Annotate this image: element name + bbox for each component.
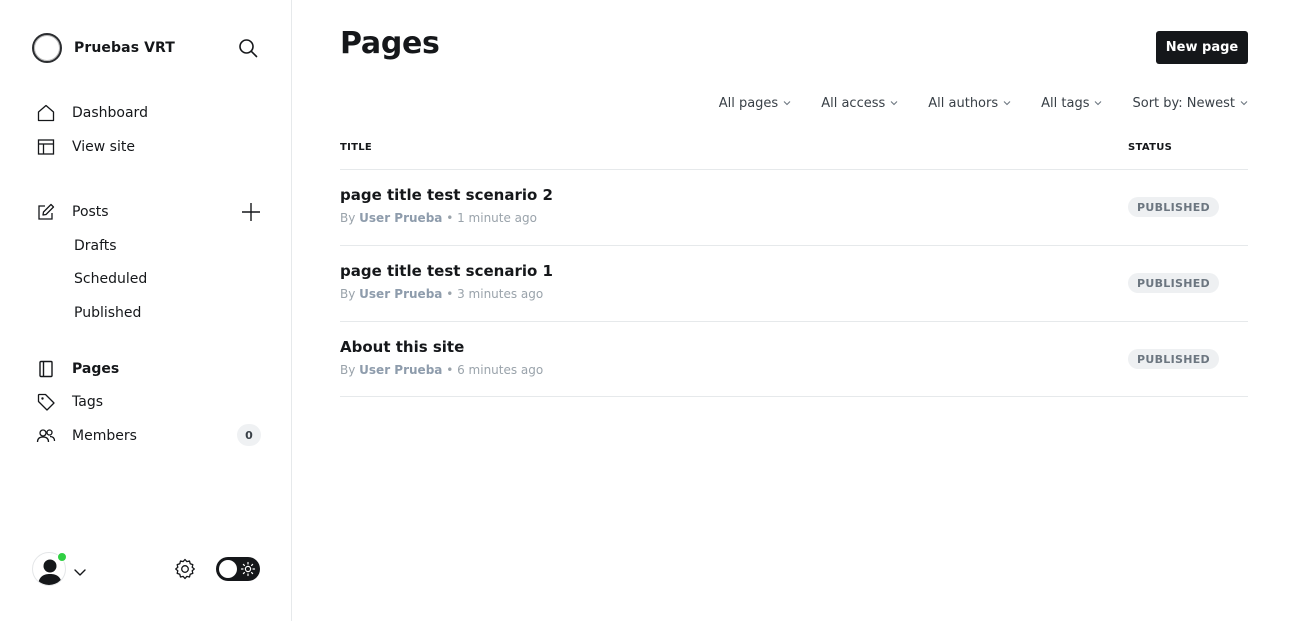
row-meta: By User Prueba • 6 minutes ago [340,363,543,377]
nav-view-site-label: View site [72,139,135,155]
filter-access-label: All access [821,95,886,111]
filter-bar: All pages All access All authors All tag… [689,92,1248,114]
sort-label: Sort by: Newest [1132,95,1235,111]
filter-authors-label: All authors [928,95,999,111]
nav-posts[interactable]: Posts [36,200,109,224]
nav-scheduled[interactable]: Scheduled [74,268,147,290]
new-page-button[interactable]: New page [1156,31,1248,64]
row-time: • 3 minutes ago [446,287,544,301]
filter-authors[interactable]: All authors [928,96,1011,111]
table-row[interactable]: page title test scenario 1 By User Prueb… [340,245,1248,321]
toggle-knob [219,560,237,578]
filter-type-label: All pages [718,95,779,111]
site-name: Pruebas VRT [74,40,175,56]
site-logo [32,33,62,63]
row-time: • 6 minutes ago [446,363,544,377]
row-time: • 1 minute ago [446,211,537,225]
row-author: User Prueba [359,287,443,301]
status-badge: PUBLISHED [1128,197,1219,217]
nav-published[interactable]: Published [74,302,141,324]
row-author: User Prueba [359,363,443,377]
gear-icon[interactable] [173,557,197,581]
chevron-down-icon [1095,101,1102,106]
edit-icon [36,202,56,222]
nav-pages[interactable]: Pages [36,357,119,381]
nav-tags[interactable]: Tags [36,390,103,414]
search-icon[interactable] [237,37,259,59]
nav-dashboard-label: Dashboard [72,105,148,121]
page-title: Pages [340,26,440,61]
online-status-dot [57,552,67,562]
site-brand[interactable]: Pruebas VRT [32,32,175,64]
row-author: User Prueba [359,211,443,225]
row-title: page title test scenario 1 [340,262,553,280]
filter-access[interactable]: All access [821,96,898,111]
filter-tags[interactable]: All tags [1041,96,1102,111]
nav-drafts[interactable]: Drafts [74,235,117,257]
members-icon [36,426,56,446]
members-count-badge: 0 [237,424,261,446]
nav-view-site[interactable]: View site [36,135,135,159]
table-row[interactable]: page title test scenario 2 By User Prueb… [340,169,1248,245]
home-icon [36,103,56,123]
nav-members[interactable]: Members [36,424,137,448]
column-header-title: TITLE [340,142,373,153]
nav-pages-label: Pages [72,361,120,377]
chevron-down-icon[interactable] [73,563,87,576]
plus-icon[interactable] [240,201,262,223]
theme-toggle[interactable] [216,557,260,581]
row-title: page title test scenario 2 [340,186,553,204]
nav-members-label: Members [72,428,137,444]
row-by: By [340,211,356,225]
tag-icon [36,392,56,412]
chevron-down-icon [783,101,791,106]
nav-tags-label: Tags [72,394,103,410]
row-meta: By User Prueba • 1 minute ago [340,211,537,225]
column-header-status: STATUS [1128,142,1173,153]
layout-icon [36,137,56,157]
chevron-down-icon [1003,101,1011,106]
filter-tags-label: All tags [1041,95,1090,111]
row-by: By [340,363,356,377]
filter-type[interactable]: All pages [719,96,792,111]
row-title: About this site [340,338,465,356]
status-badge: PUBLISHED [1128,273,1219,293]
sidebar: Pruebas VRT Dashboard View site Posts Dr… [0,0,292,621]
nav-posts-label: Posts [72,204,109,220]
row-by: By [340,287,356,301]
nav-dashboard[interactable]: Dashboard [36,101,148,125]
sort-dropdown[interactable]: Sort by: Newest [1132,96,1248,111]
status-badge: PUBLISHED [1128,349,1219,369]
page-icon [36,359,56,379]
chevron-down-icon [890,101,898,106]
row-meta: By User Prueba • 3 minutes ago [340,287,543,301]
sun-icon [240,561,256,577]
table-row[interactable]: About this site By User Prueba • 6 minut… [340,321,1248,397]
chevron-down-icon [1240,101,1248,106]
